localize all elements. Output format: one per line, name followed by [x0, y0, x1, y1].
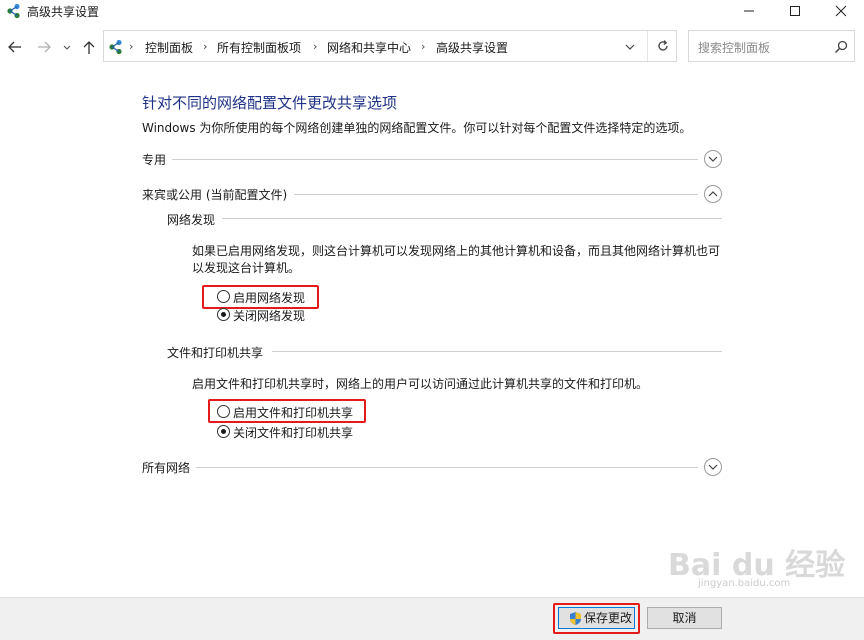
breadcrumb-separator-icon: › [129, 40, 134, 53]
chevron-down-icon[interactable] [624, 42, 636, 52]
address-bar[interactable]: › 控制面板 › 所有控制面板项 › 网络和共享中心 › 高级共享设置 [103, 30, 677, 62]
breadcrumb-separator-icon: › [421, 40, 426, 53]
expand-all-networks-button[interactable] [704, 458, 722, 476]
page-description: Windows 为你所使用的每个网络创建单独的网络配置文件。你可以针对每个配置文… [142, 121, 692, 135]
chevron-down-icon [708, 464, 718, 470]
divider [222, 218, 722, 219]
forward-arrow-icon[interactable] [35, 38, 53, 56]
expand-private-button[interactable] [704, 150, 722, 168]
profile-private-header[interactable]: 专用 [142, 151, 166, 168]
minimize-icon [744, 10, 754, 12]
watermark-url: jingyan.baidu.com [698, 578, 791, 589]
breadcrumb-separator-icon: › [203, 40, 208, 53]
close-icon [835, 5, 847, 17]
save-changes-button[interactable]: 保存更改 [558, 607, 635, 629]
network-icon [7, 3, 20, 19]
window-title: 高级共享设置 [27, 5, 100, 19]
cancel-label[interactable]: 取消 [672, 611, 696, 625]
shield-icon [570, 612, 581, 625]
breadcrumb-separator-icon: › [313, 40, 318, 53]
radio-label[interactable]: 启用文件和打印机共享 [233, 404, 353, 421]
file-printer-sharing-description: 启用文件和打印机共享时，网络上的用户可以访问通过此计算机共享的文件和打印机。 [192, 377, 649, 391]
radio-label[interactable]: 关闭文件和打印机共享 [233, 424, 353, 441]
file-printer-sharing-title: 文件和打印机共享 [167, 346, 264, 360]
divider [272, 351, 722, 352]
up-arrow-icon[interactable] [80, 38, 98, 56]
minimize-button[interactable] [726, 0, 772, 22]
search-input[interactable]: 搜索控制面板 [698, 39, 770, 56]
divider [294, 194, 698, 195]
cancel-button[interactable]: 取消 [647, 607, 722, 629]
recent-locations-chevron-icon[interactable] [61, 38, 73, 56]
chevron-down-icon [708, 156, 718, 162]
breadcrumb-control-panel[interactable]: 控制面板 [145, 39, 193, 56]
search-box[interactable]: 搜索控制面板 [688, 30, 855, 62]
radio-label[interactable]: 启用网络发现 [233, 289, 305, 306]
divider [172, 159, 698, 160]
profile-all-networks-header[interactable]: 所有网络 [142, 459, 190, 476]
refresh-icon [658, 40, 668, 51]
save-changes-label[interactable]: 保存更改 [584, 608, 632, 628]
radio-button[interactable] [217, 405, 230, 418]
maximize-button[interactable] [772, 0, 818, 22]
radio-label[interactable]: 关闭网络发现 [233, 307, 305, 324]
refresh-button[interactable] [647, 31, 678, 61]
maximize-icon [790, 6, 800, 16]
search-icon[interactable] [834, 40, 848, 54]
back-arrow-icon[interactable] [6, 38, 24, 56]
collapse-guest-public-button[interactable] [704, 185, 722, 203]
radio-button[interactable] [217, 425, 230, 438]
divider [196, 467, 698, 468]
chevron-up-icon [708, 191, 718, 197]
network-discovery-title: 网络发现 [167, 213, 216, 227]
profile-guest-public-header[interactable]: 来宾或公用 (当前配置文件) [142, 186, 287, 203]
network-discovery-description: 如果已启用网络发现，则这台计算机可以发现网络上的其他计算机和设备，而且其他网络计… [192, 244, 721, 275]
radio-button[interactable] [217, 290, 230, 303]
page-title: 针对不同的网络配置文件更改共享选项 [142, 94, 398, 112]
navigation-bar: › 控制面板 › 所有控制面板项 › 网络和共享中心 › 高级共享设置 搜索控制… [0, 30, 864, 64]
footer-bar: 保存更改 取消 [0, 597, 864, 640]
radio-button[interactable] [217, 308, 230, 321]
breadcrumb-network-center[interactable]: 网络和共享中心 [327, 39, 411, 56]
close-button[interactable] [818, 0, 864, 22]
breadcrumb-all-items[interactable]: 所有控制面板项 [217, 39, 301, 56]
title-bar: 高级共享设置 [0, 0, 864, 22]
breadcrumb-advanced-sharing[interactable]: 高级共享设置 [436, 39, 508, 56]
network-icon [109, 39, 122, 55]
